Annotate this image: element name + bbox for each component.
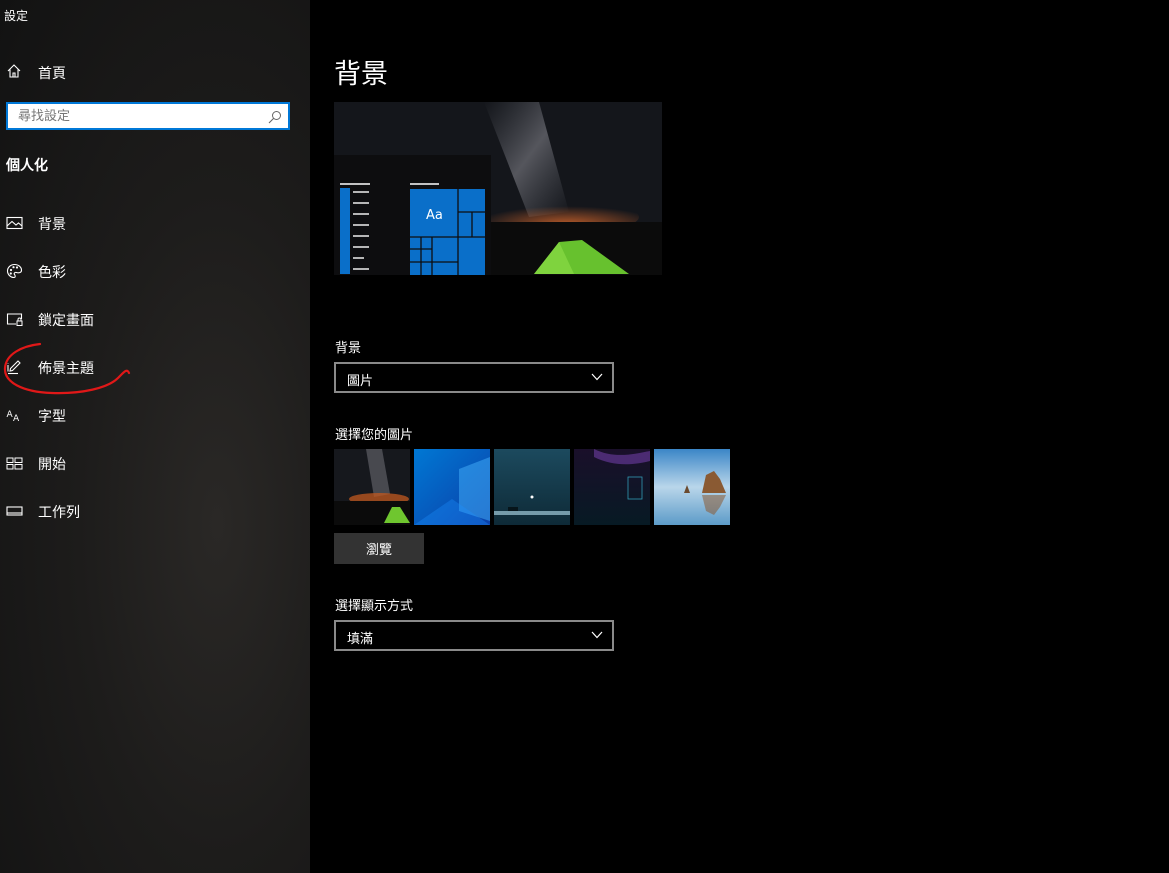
sidebar: 設定 首頁 個人化 背景 色彩: [0, 0, 310, 873]
sidebar-item-label: 佈景主題: [38, 361, 94, 377]
sidebar-item-label: 字型: [38, 409, 66, 425]
choose-picture-label: 選擇您的圖片: [335, 428, 414, 443]
search-box[interactable]: [6, 102, 290, 130]
picture-thumbnail[interactable]: [414, 449, 490, 525]
sidebar-item-label: 背景: [38, 217, 66, 233]
section-title: 個人化: [6, 158, 48, 174]
dropdown-value: 填滿: [347, 632, 374, 647]
background-type-dropdown[interactable]: 圖片: [334, 362, 614, 393]
fit-dropdown[interactable]: 填滿: [334, 620, 614, 651]
page-title: 背景: [334, 59, 388, 90]
search-icon: [268, 111, 281, 124]
sidebar-item-label: 色彩: [38, 265, 66, 281]
picture-thumbnail[interactable]: [334, 449, 410, 525]
background-preview: Aa: [334, 102, 662, 275]
app-title: 設定: [4, 9, 29, 23]
taskbar-icon: [6, 506, 23, 516]
preview-tile-text: Aa: [426, 208, 443, 223]
picture-icon: [6, 216, 23, 230]
sidebar-item-colors[interactable]: 色彩: [0, 253, 310, 289]
brush-icon: [7, 360, 21, 375]
font-icon: A A: [7, 410, 21, 423]
svg-text:A: A: [13, 414, 20, 423]
sidebar-item-fonts[interactable]: A A 字型: [0, 397, 310, 433]
lock-screen-icon: [6, 313, 23, 326]
sidebar-item-label: 開始: [38, 457, 66, 473]
chevron-down-icon: [591, 631, 603, 639]
picture-thumbnail[interactable]: [494, 449, 570, 525]
nav-home[interactable]: 首頁: [0, 56, 310, 86]
sidebar-item-start[interactable]: 開始: [0, 445, 310, 481]
dropdown-value: 圖片: [347, 374, 374, 389]
sidebar-item-label: 鎖定畫面: [38, 313, 94, 329]
picture-thumbnail[interactable]: [574, 449, 650, 525]
picture-thumbnail[interactable]: [654, 449, 730, 525]
home-label: 首頁: [38, 66, 66, 82]
sidebar-item-background[interactable]: 背景: [0, 205, 310, 241]
preview-image: [334, 102, 662, 275]
browse-button[interactable]: 瀏覽: [334, 533, 424, 564]
fit-label: 選擇顯示方式: [335, 599, 414, 614]
search-input[interactable]: [18, 107, 258, 125]
start-icon: [6, 457, 23, 470]
home-icon: [7, 64, 21, 78]
palette-icon: [6, 263, 23, 279]
sidebar-item-taskbar[interactable]: 工作列: [0, 493, 310, 529]
sidebar-item-lock-screen[interactable]: 鎖定畫面: [0, 301, 310, 337]
sidebar-item-themes[interactable]: 佈景主題: [0, 349, 310, 385]
sidebar-item-label: 工作列: [38, 505, 80, 521]
chevron-down-icon: [591, 373, 603, 381]
background-label: 背景: [335, 341, 362, 356]
